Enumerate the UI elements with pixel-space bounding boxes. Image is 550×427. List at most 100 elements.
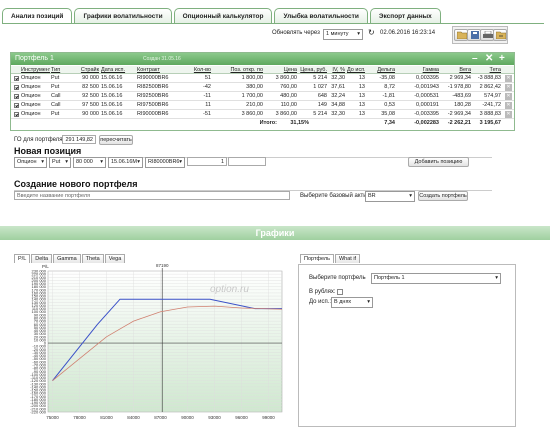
chart-portfolio-select[interactable]: Портфель 1 ▾ <box>371 273 501 284</box>
table-cell: -11 <box>203 93 211 99</box>
row-checkbox[interactable] <box>14 103 19 108</box>
row-checkbox[interactable] <box>14 94 19 99</box>
table-cell: -1 978,80 <box>447 84 471 90</box>
delete-row-icon[interactable]: ✕ <box>505 84 512 91</box>
add-icon[interactable]: + <box>499 53 505 65</box>
table-cell: 35,08 <box>381 111 395 117</box>
tab-volatility-smile[interactable]: Улыбка волатильности <box>274 8 368 24</box>
table-row: Опцион Call 97 500 15.06.16 RI97500BR6 11 210,… <box>11 101 514 110</box>
table-cell: -51 <box>203 111 211 117</box>
table-cell: -35,08 <box>379 75 395 81</box>
tab-volatility-charts[interactable]: Графики волатильности <box>74 8 172 24</box>
create-portfolio-button[interactable]: Создать портфель <box>418 191 468 201</box>
table-cell: 180,28 <box>454 102 471 108</box>
column-header[interactable]: Дельта <box>369 67 395 73</box>
refresh-interval-select[interactable]: 1 минуту ▾ <box>323 29 363 40</box>
table-cell: 13 <box>358 75 365 81</box>
column-header[interactable]: До исп. <box>347 67 365 73</box>
margin-value: 291 149,82 <box>62 135 96 144</box>
add-position-button[interactable]: Добавить позицию <box>408 157 469 167</box>
x-tick-label: 75000 <box>46 415 59 420</box>
table-cell: 82 500 <box>82 84 99 90</box>
table-cell: 380,00 <box>246 84 263 90</box>
strike-select[interactable]: 80 000 ▾ <box>73 157 106 168</box>
table-cell: 15.06.16 <box>101 75 123 81</box>
spot-marker-label: 87190 <box>156 263 169 268</box>
tab-data-export[interactable]: Экспорт данных <box>369 8 441 24</box>
table-cell: Опцион <box>21 93 41 99</box>
tab-portfolio[interactable]: Портфель <box>300 254 334 263</box>
table-cell: Call <box>51 102 61 108</box>
column-header[interactable]: Тета <box>473 67 501 73</box>
x-tick-label: 84000 <box>127 415 140 420</box>
table-cell: -241,72 <box>482 102 501 108</box>
price-input[interactable] <box>228 157 266 166</box>
column-header[interactable]: Вега <box>441 67 471 73</box>
refresh-icon[interactable]: ↻ <box>368 28 375 37</box>
print-icon[interactable] <box>480 29 494 41</box>
column-header[interactable]: Контракт <box>137 67 181 73</box>
row-checkbox[interactable] <box>14 112 19 117</box>
table-cell: 149 <box>317 102 327 108</box>
table-cell: 0,000191 <box>416 102 439 108</box>
total-cell: -2 262,21 <box>447 120 471 126</box>
column-header[interactable]: Дата исп. <box>101 67 133 73</box>
tab-option-calculator[interactable]: Опционный калькулятор <box>173 8 273 24</box>
column-header[interactable]: Цена <box>265 67 297 73</box>
table-cell: -42 <box>203 84 211 90</box>
current-datetime: 02.06.2016 16:23:14 <box>380 30 436 36</box>
x-tick-label: 90000 <box>181 415 194 420</box>
days-select[interactable]: В днях ▾ <box>331 297 373 308</box>
table-cell: 90 000 <box>82 75 99 81</box>
expiration-select[interactable]: 15.06.16M ▾ <box>108 157 143 168</box>
type-select[interactable]: Put ▾ <box>49 157 71 168</box>
portfolio-name: Портфель 1 <box>15 55 54 62</box>
x-tick-label: 78000 <box>73 415 86 420</box>
watermark: option.ru <box>210 284 249 295</box>
table-cell: 32,30 <box>331 75 345 81</box>
delete-row-icon[interactable]: ✕ <box>505 75 512 82</box>
contract-select[interactable]: RI80000BR6 ▾ <box>145 157 185 168</box>
select-portfolio-label: Выберите портфель <box>309 275 366 281</box>
portfolio-name-input[interactable]: Введите название портфеля <box>14 191 290 200</box>
table-cell: Put <box>51 111 60 117</box>
rub-label: В рублях: <box>309 289 336 295</box>
delete-row-icon[interactable]: ✕ <box>505 93 512 100</box>
save-icon[interactable] <box>467 29 481 41</box>
column-header[interactable]: Страйк <box>77 67 99 73</box>
quantity-input[interactable]: 1 <box>187 157 227 166</box>
delete-row-icon[interactable]: ✕ <box>505 111 512 118</box>
x-tick-label: 81000 <box>100 415 113 420</box>
table-cell: 5 214 <box>313 75 327 81</box>
open-folder-icon[interactable] <box>454 29 468 41</box>
delete-row-icon[interactable]: ✕ <box>505 102 512 109</box>
table-cell: 37,61 <box>331 84 345 90</box>
column-header[interactable]: Поз. откр. по <box>219 67 263 73</box>
table-cell: 15.06.16 <box>101 93 123 99</box>
table-cell: -0,000531 <box>414 93 439 99</box>
column-header[interactable]: Кол-во <box>187 67 211 73</box>
table-cell: -483,69 <box>452 93 471 99</box>
column-header[interactable]: Инструмент <box>21 67 50 73</box>
tab-what-if[interactable]: What if <box>334 254 361 263</box>
table-cell: 1 800,00 <box>241 75 263 81</box>
column-header[interactable]: Тип <box>51 67 75 73</box>
table-row: Опцион Put 82 500 15.06.16 RI82500BR6 -42 380,… <box>11 83 514 92</box>
column-header[interactable]: Цена, руб. <box>299 67 327 73</box>
recalculate-button[interactable]: пересчитать <box>99 135 133 145</box>
row-checkbox[interactable] <box>14 85 19 90</box>
table-total-row: Итого: 31,15% 7,34 -0,002283 -2 262,21 3 195,… <box>11 119 514 128</box>
tab-positions[interactable]: Анализ позиций <box>2 8 73 24</box>
export-icon[interactable] <box>493 29 507 41</box>
x-tick-label: 99000 <box>262 415 275 420</box>
rub-checkbox[interactable] <box>337 289 343 295</box>
column-header[interactable]: IV, % <box>327 67 345 73</box>
close-icon[interactable]: ✕ <box>485 53 493 65</box>
base-asset-select[interactable]: BR ▾ <box>365 191 415 202</box>
row-checkbox[interactable] <box>14 76 19 81</box>
column-header[interactable]: Гамма <box>397 67 439 73</box>
minimize-icon[interactable]: – <box>472 53 478 65</box>
table-cell: -0,001943 <box>414 84 439 90</box>
instrument-select[interactable]: Опцион ▾ <box>14 157 47 168</box>
table-cell: 1 700,00 <box>241 93 263 99</box>
